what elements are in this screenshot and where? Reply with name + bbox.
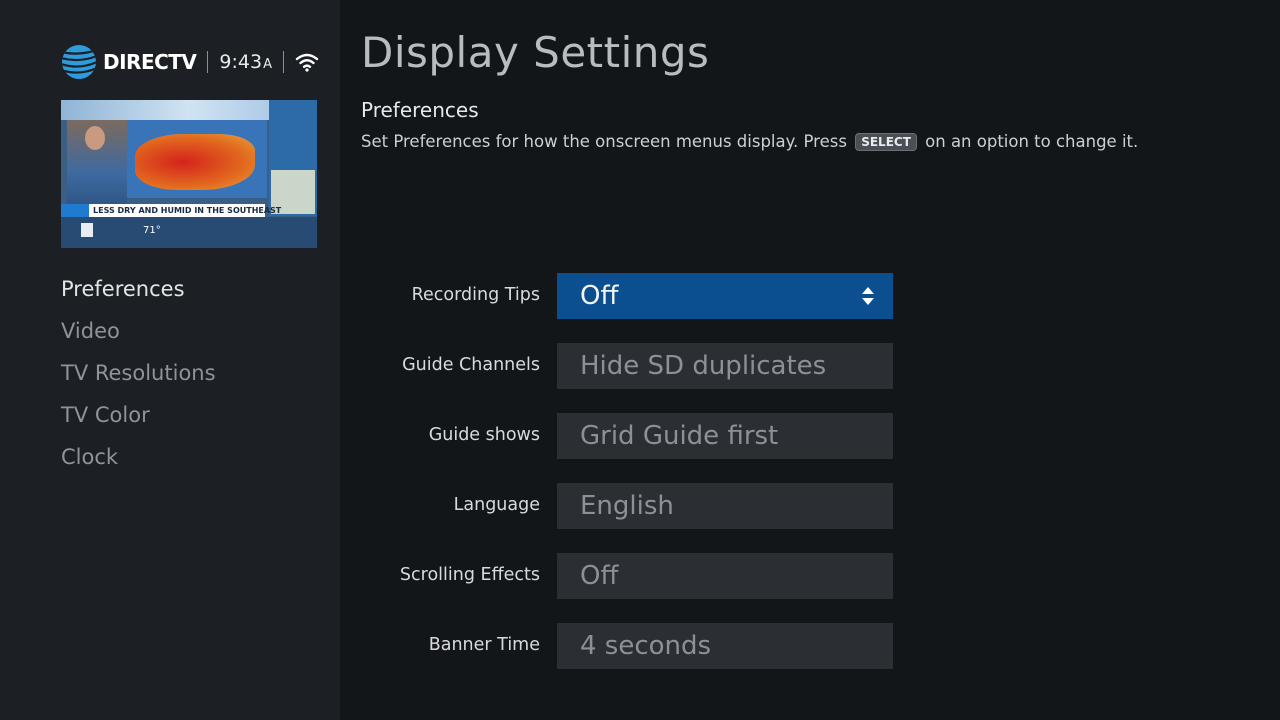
header-brand: DIRECTV 9:43 A xyxy=(61,43,319,81)
sidebar-item-video[interactable]: Video xyxy=(61,318,216,360)
section-description: Set Preferences for how the onscreen men… xyxy=(361,132,1138,152)
sidebar-item-tv-resolutions[interactable]: TV Resolutions xyxy=(61,360,216,402)
setting-label-scrolling-effects: Scrolling Effects xyxy=(399,565,540,585)
preview-headline: LESS DRY AND HUMID IN THE SOUTHEAST xyxy=(93,206,282,215)
live-tv-preview[interactable]: LESS DRY AND HUMID IN THE SOUTHEAST 71° xyxy=(61,100,317,248)
setting-value: Off xyxy=(580,281,619,311)
setting-value: English xyxy=(580,491,674,521)
clock-time: 9:43 xyxy=(219,51,263,73)
sidebar-item-tv-color[interactable]: TV Color xyxy=(61,402,216,444)
channel-logo-icon xyxy=(81,223,93,237)
preview-temperature: 71° xyxy=(143,225,161,236)
setting-label-guide-shows: Guide shows xyxy=(428,425,540,445)
settings-category-menu: Preferences Video TV Resolutions TV Colo… xyxy=(61,276,216,486)
sidebar-item-preferences[interactable]: Preferences xyxy=(61,276,216,318)
setting-guide-channels-select[interactable]: Hide SD duplicates xyxy=(557,343,893,389)
description-text: on an option to change it. xyxy=(925,132,1139,151)
setting-language-select[interactable]: English xyxy=(557,483,893,529)
divider xyxy=(207,51,209,73)
wifi-icon xyxy=(295,53,319,72)
sidebar: DIRECTV 9:43 A LESS DRY AND HUMID IN THE … xyxy=(0,0,340,720)
setting-recording-tips-select[interactable]: Off xyxy=(557,273,893,319)
divider xyxy=(282,51,284,73)
select-key-hint: SELECT xyxy=(855,133,917,151)
description-text: Set Preferences for how the onscreen men… xyxy=(361,132,847,151)
setting-value: Hide SD duplicates xyxy=(580,351,827,381)
setting-scrolling-effects-select[interactable]: Off xyxy=(557,553,893,599)
setting-value: 4 seconds xyxy=(580,631,712,661)
setting-label-banner-time: Banner Time xyxy=(428,635,540,655)
setting-value: Off xyxy=(580,561,619,591)
setting-guide-shows-select[interactable]: Grid Guide first xyxy=(557,413,893,459)
att-globe-logo-icon xyxy=(62,45,96,79)
section-title: Preferences xyxy=(361,98,479,122)
page-title: Display Settings xyxy=(361,28,710,77)
brand-name: DIRECTV xyxy=(103,50,197,74)
sidebar-item-clock[interactable]: Clock xyxy=(61,444,216,486)
up-down-arrows-icon xyxy=(862,287,874,305)
clock-ampm: A xyxy=(263,56,272,72)
setting-label-recording-tips: Recording Tips xyxy=(411,285,540,305)
setting-label-guide-channels: Guide Channels xyxy=(402,355,540,375)
setting-label-language: Language xyxy=(453,495,540,515)
setting-value: Grid Guide first xyxy=(580,421,779,451)
setting-banner-time-select[interactable]: 4 seconds xyxy=(557,623,893,669)
